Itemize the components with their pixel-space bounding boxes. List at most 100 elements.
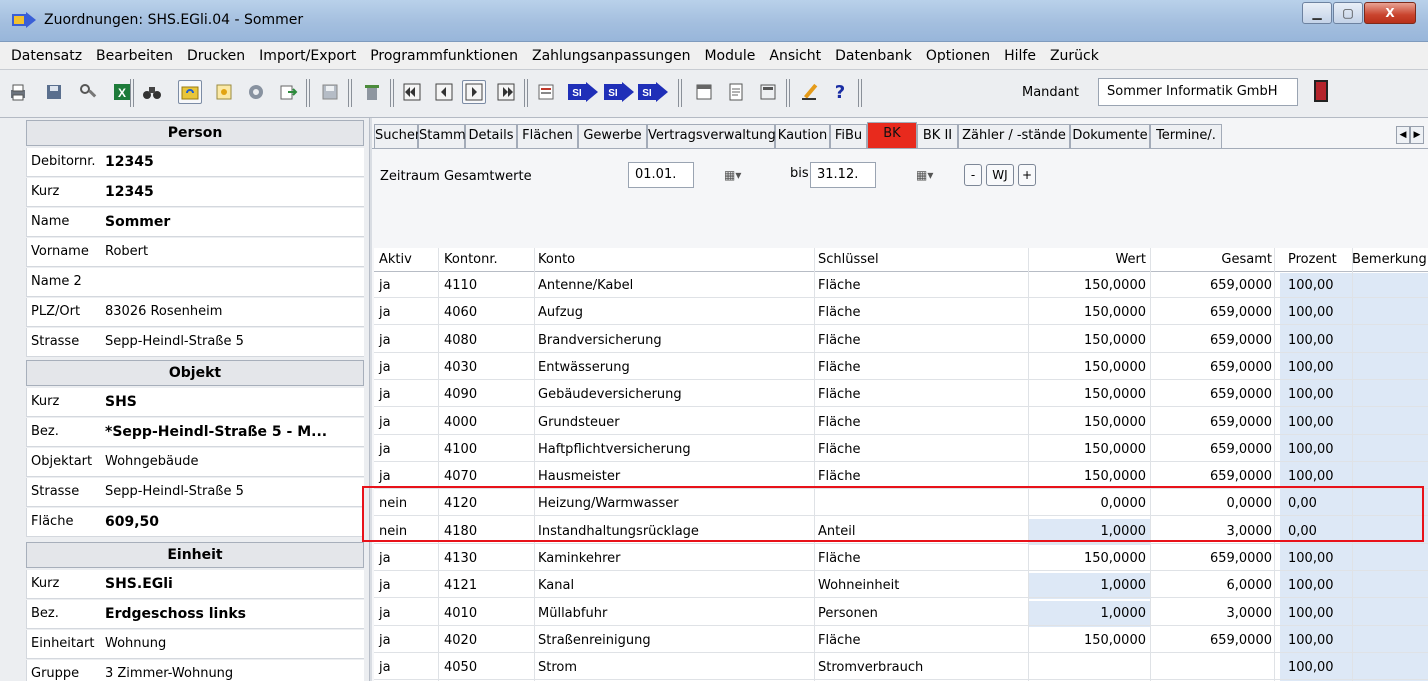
cell-gesamt[interactable]: 659,0000 xyxy=(1210,305,1272,320)
table-row[interactable]: ja 4070 Hausmeister Fläche 150,0000 659,0000 1… xyxy=(374,464,1428,490)
table-row[interactable]: ja 4010 Müllabfuhr Personen 1,0000 3,0000 100,… xyxy=(374,601,1428,626)
cell-aktiv[interactable]: ja xyxy=(379,469,391,484)
cell-aktiv[interactable]: ja xyxy=(379,387,391,402)
cell-wert[interactable]: 150,0000 xyxy=(1084,633,1146,648)
cell-wert[interactable]: 150,0000 xyxy=(1084,442,1146,457)
col-prozent[interactable]: Prozent xyxy=(1288,252,1337,267)
cell-konto[interactable]: Kaminkehrer xyxy=(538,551,620,566)
pen-icon[interactable] xyxy=(798,80,822,104)
sl-icon-3[interactable]: SI xyxy=(638,80,668,104)
cell-wert[interactable]: 150,0000 xyxy=(1084,387,1146,402)
cell-aktiv[interactable]: ja xyxy=(379,633,391,648)
tab-gewerbe[interactable]: Gewerbe xyxy=(578,124,647,148)
cell-prozent[interactable]: 0,00 xyxy=(1288,496,1317,511)
cell-schluessel[interactable]: Stromverbrauch xyxy=(818,660,923,675)
table-row[interactable]: ja 4121 Kanal Wohneinheit 1,0000 6,0000 100,00 xyxy=(374,573,1428,599)
cell-gesamt[interactable]: 659,0000 xyxy=(1210,415,1272,430)
cell-konto[interactable]: Brandversicherung xyxy=(538,333,662,348)
cell-schluessel[interactable]: Fläche xyxy=(818,387,860,402)
table-row[interactable]: ja 4020 Straßenreinigung Fläche 150,0000 659,… xyxy=(374,628,1428,653)
tab-bk[interactable]: BK xyxy=(867,122,917,149)
cell-kontonr[interactable]: 4010 xyxy=(444,606,477,621)
print-icon[interactable] xyxy=(6,80,30,104)
sun-icon[interactable] xyxy=(212,80,236,104)
cell-kontonr[interactable]: 4130 xyxy=(444,551,477,566)
cell-kontonr[interactable]: 4180 xyxy=(444,524,477,539)
cell-kontonr[interactable]: 4120 xyxy=(444,496,477,511)
document-icon[interactable] xyxy=(724,80,748,104)
cell-prozent[interactable]: 100,00 xyxy=(1288,551,1334,566)
cell-aktiv[interactable]: ja xyxy=(379,278,391,293)
cell-konto[interactable]: Antenne/Kabel xyxy=(538,278,633,293)
cell-gesamt[interactable]: 3,0000 xyxy=(1227,606,1273,621)
col-wert[interactable]: Wert xyxy=(1115,252,1146,267)
table-row[interactable]: ja 4090 Gebäudeversicherung Fläche 150,0000 6… xyxy=(374,382,1428,408)
menu-programmfunktionen[interactable]: Programmfunktionen xyxy=(363,48,525,64)
cell-gesamt[interactable]: 0,0000 xyxy=(1227,496,1273,511)
cell-aktiv[interactable]: ja xyxy=(379,442,391,457)
cell-aktiv[interactable]: ja xyxy=(379,606,391,621)
cell-aktiv[interactable]: ja xyxy=(379,333,391,348)
menu-module[interactable]: Module xyxy=(697,48,762,64)
cell-konto[interactable]: Heizung/Warmwasser xyxy=(538,496,679,511)
cell-aktiv[interactable]: ja xyxy=(379,415,391,430)
cell-schluessel[interactable]: Fläche xyxy=(818,551,860,566)
cell-aktiv[interactable]: ja xyxy=(379,360,391,375)
menu-datenbank[interactable]: Datenbank xyxy=(828,48,919,64)
cell-konto[interactable]: Aufzug xyxy=(538,305,583,320)
date-from-calendar-icon[interactable]: ▦▾ xyxy=(724,162,741,188)
tab-termine[interactable]: Termine/. xyxy=(1150,124,1222,148)
export-icon[interactable] xyxy=(276,80,300,104)
table-row[interactable]: nein 4180 Instandhaltungsrücklage Anteil 1,0… xyxy=(374,519,1428,544)
cell-gesamt[interactable]: 659,0000 xyxy=(1210,360,1272,375)
cell-prozent[interactable]: 0,00 xyxy=(1288,524,1317,539)
cell-schluessel[interactable]: Fläche xyxy=(818,415,860,430)
form-icon[interactable] xyxy=(534,80,558,104)
tab-flaechen[interactable]: Flächen xyxy=(517,124,578,148)
cell-aktiv[interactable]: nein xyxy=(379,496,407,511)
col-konto[interactable]: Konto xyxy=(538,252,575,267)
cell-prozent[interactable]: 100,00 xyxy=(1288,305,1334,320)
tab-bk-ii[interactable]: BK II xyxy=(917,124,958,148)
cell-konto[interactable]: Haftpflichtversicherung xyxy=(538,442,691,457)
cell-konto[interactable]: Entwässerung xyxy=(538,360,630,375)
cell-schluessel[interactable]: Fläche xyxy=(818,333,860,348)
next-record-icon[interactable] xyxy=(462,80,486,104)
minimize-button[interactable]: ▁ xyxy=(1302,2,1332,24)
cell-prozent[interactable]: 100,00 xyxy=(1288,278,1334,293)
menu-optionen[interactable]: Optionen xyxy=(919,48,997,64)
cell-konto[interactable]: Instandhaltungsrücklage xyxy=(538,524,699,539)
col-schluessel[interactable]: Schlüssel xyxy=(818,252,879,267)
maximize-button[interactable]: ▢ xyxy=(1333,2,1363,24)
save-disk-icon[interactable] xyxy=(42,80,66,104)
col-bemerkung[interactable]: Bemerkung xyxy=(1352,252,1427,267)
cell-schluessel[interactable]: Wohneinheit xyxy=(818,578,899,593)
cell-gesamt[interactable]: 3,0000 xyxy=(1227,524,1273,539)
cell-prozent[interactable]: 100,00 xyxy=(1288,415,1334,430)
col-gesamt[interactable]: Gesamt xyxy=(1221,252,1272,267)
calculator-icon[interactable] xyxy=(756,80,780,104)
cell-kontonr[interactable]: 4070 xyxy=(444,469,477,484)
cell-kontonr[interactable]: 4090 xyxy=(444,387,477,402)
table-row[interactable]: ja 4050 Strom Stromverbrauch 100,00 xyxy=(374,655,1428,681)
cell-schluessel[interactable]: Fläche xyxy=(818,305,860,320)
cell-prozent[interactable]: 100,00 xyxy=(1288,633,1334,648)
cell-prozent[interactable]: 100,00 xyxy=(1288,387,1334,402)
cell-konto[interactable]: Hausmeister xyxy=(538,469,620,484)
tab-details[interactable]: Details xyxy=(465,124,517,148)
col-aktiv[interactable]: Aktiv xyxy=(379,252,412,267)
wj-button[interactable]: WJ xyxy=(986,164,1014,186)
cell-wert[interactable]: 0,0000 xyxy=(1101,496,1147,511)
cell-prozent[interactable]: 100,00 xyxy=(1288,606,1334,621)
mandant-field[interactable]: Sommer Informatik GmbH xyxy=(1098,78,1298,106)
binoculars-icon[interactable] xyxy=(140,80,164,104)
menu-datensatz[interactable]: Datensatz xyxy=(4,48,89,64)
folder-refresh-icon[interactable] xyxy=(178,80,202,104)
cell-gesamt[interactable]: 6,0000 xyxy=(1227,578,1273,593)
menu-hilfe[interactable]: Hilfe xyxy=(997,48,1043,64)
cell-schluessel[interactable]: Personen xyxy=(818,606,878,621)
menu-ansicht[interactable]: Ansicht xyxy=(762,48,828,64)
cell-konto[interactable]: Strom xyxy=(538,660,577,675)
date-to-input[interactable]: 31.12. xyxy=(810,162,876,188)
tab-suchen[interactable]: Suchen xyxy=(374,124,423,148)
